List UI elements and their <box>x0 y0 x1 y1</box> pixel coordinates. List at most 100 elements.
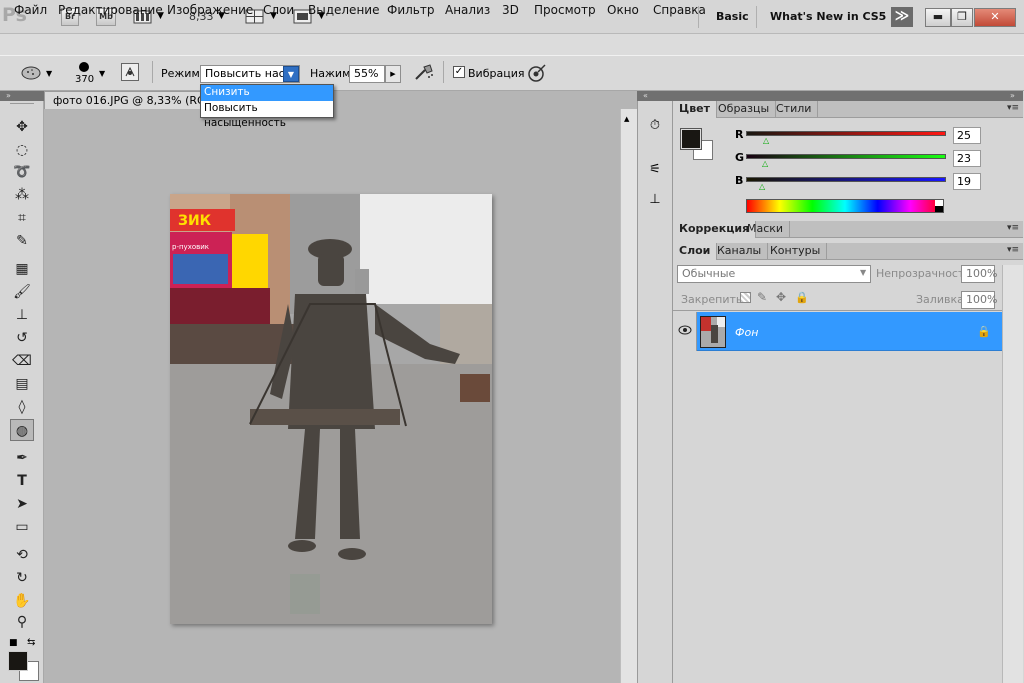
brush-presets-icon[interactable]: ⚟ <box>645 162 665 180</box>
brush-tool-icon[interactable]: 🖌 <box>10 281 34 303</box>
chevron-up-icon[interactable]: ▲ <box>624 115 629 123</box>
document-tab[interactable]: фото 016.JPG @ 8,33% (RGB <box>44 91 209 109</box>
b-slider-thumb[interactable]: △ <box>759 182 765 191</box>
lock-position-icon[interactable]: ✥ <box>776 290 786 304</box>
workspace-whats-new[interactable]: What's New in CS5 <box>770 10 886 23</box>
lock-transparent-icon[interactable] <box>740 292 751 303</box>
g-slider-thumb[interactable]: △ <box>762 159 768 168</box>
tablet-pressure-button[interactable] <box>525 62 547 84</box>
tab-color[interactable]: Цвет <box>673 101 718 118</box>
chevron-down-icon[interactable]: ▼ <box>860 268 866 277</box>
crop-tool-icon[interactable]: ⌗ <box>10 207 34 229</box>
r-slider[interactable] <box>746 131 946 136</box>
blend-mode-select[interactable]: Обычные <box>677 265 871 283</box>
opacity-input[interactable]: 100% <box>961 265 997 283</box>
panel-menu-icon[interactable]: ▾≡ <box>1007 103 1019 113</box>
blur-tool-icon[interactable]: ◊ <box>10 396 34 418</box>
menu-image[interactable]: Изображение <box>167 3 253 17</box>
pen-tool-icon[interactable]: ✒ <box>10 447 34 469</box>
flow-slider-toggle[interactable]: ▶ <box>385 65 401 83</box>
menu-file[interactable]: Файл <box>14 3 47 17</box>
r-slider-thumb[interactable]: △ <box>763 136 769 145</box>
airbrush-button[interactable] <box>413 62 435 82</box>
vibrance-checkbox[interactable]: ✓ <box>453 66 465 78</box>
panel-menu-icon[interactable]: ▾≡ <box>1007 223 1019 233</box>
lock-pixels-icon[interactable]: ✎ <box>757 290 767 304</box>
clone-stamp-tool-icon[interactable]: ⊥ <box>10 304 34 326</box>
menu-layers[interactable]: Слои <box>263 3 294 17</box>
marquee-tool-icon[interactable]: ◌ <box>10 139 34 161</box>
workspace-basic[interactable]: Basic <box>716 10 749 23</box>
menu-window[interactable]: Окно <box>607 3 639 17</box>
g-slider[interactable] <box>746 154 946 159</box>
shape-tool-icon[interactable]: ▭ <box>10 516 34 538</box>
layer-visibility-toggle[interactable] <box>673 312 697 351</box>
panels-header[interactable] <box>637 91 1023 101</box>
minimize-button[interactable]: ▬ <box>925 8 951 27</box>
flow-input[interactable]: 55% <box>349 65 385 83</box>
menu-analysis[interactable]: Анализ <box>445 3 490 17</box>
3d-rotate-tool-icon[interactable]: ⟲ <box>10 544 34 566</box>
image-canvas[interactable]: ЗИК р-пуховик <box>170 194 492 624</box>
brush-panel-button[interactable] <box>121 63 139 81</box>
sponge-preset-button[interactable] <box>20 65 42 81</box>
3d-orbit-tool-icon[interactable]: ↻ <box>10 567 34 589</box>
r-value[interactable]: 25 <box>953 127 981 144</box>
gradient-tool-icon[interactable]: ▤ <box>10 373 34 395</box>
chevron-down-icon[interactable]: ▼ <box>99 69 105 78</box>
type-tool-icon[interactable]: T <box>10 470 34 492</box>
brush-tip-icon[interactable] <box>79 62 89 72</box>
fill-input[interactable]: 100% <box>961 291 997 309</box>
close-button[interactable]: ✕ <box>974 8 1016 27</box>
more-workspaces-button[interactable]: ≫ <box>891 7 913 27</box>
b-value[interactable]: 19 <box>953 173 981 190</box>
zoom-tool-icon[interactable]: ⚲ <box>10 611 34 633</box>
tab-channels[interactable]: Каналы <box>711 243 769 260</box>
path-selection-tool-icon[interactable]: ➤ <box>10 493 34 515</box>
foreground-color-swatch[interactable] <box>8 651 28 671</box>
layer-name[interactable]: Фон <box>735 326 758 339</box>
menu-3d[interactable]: 3D <box>502 3 519 17</box>
hand-tool-icon[interactable]: ✋ <box>10 590 34 612</box>
tab-masks[interactable]: Маски <box>741 221 791 238</box>
tab-styles[interactable]: Стили <box>770 101 819 118</box>
lasso-tool-icon[interactable]: ➰ <box>10 161 34 183</box>
sponge-tool-icon[interactable]: ◍ <box>10 419 34 441</box>
tab-paths[interactable]: Контуры <box>764 243 828 260</box>
menu-edit[interactable]: Редактирование <box>58 3 163 17</box>
menu-bar <box>0 34 1024 55</box>
color-ramp-bw[interactable] <box>935 200 943 212</box>
lock-all-icon[interactable]: 🔒 <box>795 291 809 304</box>
panel-menu-icon[interactable]: ▾≡ <box>1007 245 1019 255</box>
menu-select[interactable]: Выделение <box>308 3 379 17</box>
color-ramp[interactable] <box>746 199 944 213</box>
collapse-arrows-icon[interactable]: « <box>643 91 648 101</box>
mode-option-desaturate[interactable]: Снизить насыщенность <box>201 85 333 113</box>
move-tool-icon[interactable]: ✥ <box>10 116 34 138</box>
vertical-scrollbar[interactable] <box>620 109 637 683</box>
layers-scrollbar[interactable] <box>1002 265 1023 683</box>
chevron-down-icon[interactable]: ▼ <box>46 69 52 78</box>
chevron-down-icon[interactable]: ▼ <box>283 66 299 82</box>
clone-source-icon[interactable]: ⊥ <box>645 192 665 210</box>
history-brush-tool-icon[interactable]: ↺ <box>10 327 34 349</box>
adjustments-panel: Коррекция Маски ▾≡ <box>673 221 1023 243</box>
collapse-arrows-icon[interactable]: » <box>6 91 11 101</box>
g-value[interactable]: 23 <box>953 150 981 167</box>
restore-button[interactable]: ❐ <box>951 8 973 27</box>
history-icon[interactable]: ⏱ <box>645 118 665 136</box>
menu-filter[interactable]: Фильтр <box>387 3 434 17</box>
collapse-arrows-icon[interactable]: » <box>1010 91 1015 101</box>
swap-colors-icon[interactable]: ⇆ <box>27 637 35 648</box>
eraser-tool-icon[interactable]: ⌫ <box>10 350 34 372</box>
default-colors-icon[interactable]: ■ <box>9 638 18 648</box>
shop-sign-text-2: р-пуховик <box>172 243 209 251</box>
quick-selection-tool-icon[interactable]: ⁂ <box>10 184 34 206</box>
menu-help[interactable]: Справка <box>653 3 706 17</box>
eyedropper-tool-icon[interactable]: ✎ <box>10 230 34 252</box>
b-slider[interactable] <box>746 177 946 182</box>
tab-swatches[interactable]: Образцы <box>712 101 777 118</box>
color-fg-swatch[interactable] <box>680 128 702 150</box>
menu-view[interactable]: Просмотр <box>534 3 596 17</box>
spot-healing-tool-icon[interactable]: ▦ <box>10 258 34 280</box>
